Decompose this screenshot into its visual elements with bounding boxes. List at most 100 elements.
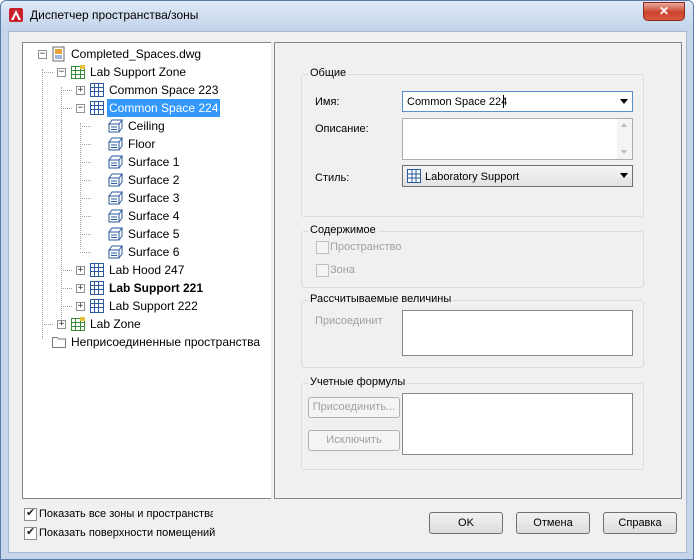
- show-all-checkbox[interactable]: ✔: [24, 507, 37, 521]
- tree-item[interactable]: + Lab Zone: [23, 315, 273, 333]
- zone-checkbox[interactable]: [316, 264, 329, 277]
- attach-formula-button[interactable]: Присоединить...: [308, 397, 400, 418]
- help-button[interactable]: Справка: [603, 512, 677, 534]
- tree-item-label: Common Space 223: [109, 83, 219, 97]
- tree-item-label: Lab Support 221: [109, 281, 204, 295]
- dwg-file-icon: [52, 46, 65, 62]
- surface-icon: [108, 245, 123, 259]
- exclude-formula-button[interactable]: Исключить: [308, 430, 400, 451]
- tree-item-label: Common Space 224: [107, 99, 221, 117]
- surface-icon: [108, 137, 123, 151]
- tree-connector: [61, 90, 72, 91]
- tree-connector: [80, 126, 91, 127]
- chevron-down-icon: [620, 173, 628, 178]
- tree-item[interactable]: Surface 5: [23, 225, 273, 243]
- zone-icon: [71, 65, 85, 79]
- tree-item[interactable]: Floor: [23, 135, 273, 153]
- space-icon: [90, 299, 104, 313]
- space-checkbox[interactable]: [316, 241, 329, 254]
- space-icon: [90, 83, 104, 97]
- tree-item[interactable]: Ceiling: [23, 117, 273, 135]
- tree-item-label: Surface 6: [128, 245, 180, 259]
- tree-item[interactable]: + Lab Support 221: [23, 279, 273, 297]
- checkmark-icon: ✔: [26, 526, 36, 538]
- collapse-icon[interactable]: −: [57, 68, 66, 77]
- tree-item[interactable]: + Common Space 223: [23, 81, 273, 99]
- dialog-body: − Completed_Spaces.dwg − Lab Support Zone + C…: [8, 31, 687, 553]
- surface-icon: [108, 119, 123, 133]
- tree-item[interactable]: − Common Space 224: [23, 99, 273, 117]
- close-button[interactable]: ✕: [643, 2, 685, 21]
- tree-connector: [61, 306, 72, 307]
- surface-icon: [108, 227, 123, 241]
- tree-item[interactable]: Surface 2: [23, 171, 273, 189]
- expand-icon[interactable]: +: [76, 284, 85, 293]
- tree-item-label: Lab Support Zone: [90, 65, 187, 79]
- tree-item-label: Lab Zone: [90, 317, 141, 331]
- description-label: Описание:: [315, 123, 369, 135]
- tree-item[interactable]: − Lab Support Zone: [23, 63, 273, 81]
- expand-icon[interactable]: +: [57, 320, 66, 329]
- scroll-down-icon[interactable]: [621, 150, 627, 154]
- tree-connector: [61, 108, 72, 109]
- expand-icon[interactable]: +: [76, 86, 85, 95]
- collapse-icon[interactable]: −: [76, 104, 85, 113]
- name-value: Common Space 224: [407, 96, 508, 108]
- calculated-values-list[interactable]: [402, 310, 633, 356]
- name-combobox[interactable]: Common Space 224: [402, 91, 633, 112]
- zone-checkbox-label: Зона: [330, 264, 355, 276]
- expand-icon[interactable]: +: [76, 266, 85, 275]
- formulas-group-title: Учетные формулы: [308, 376, 408, 388]
- expand-icon[interactable]: +: [76, 302, 85, 311]
- show-surfaces-label: Показать поверхности помещений: [39, 527, 216, 539]
- contents-group-title: Содержимое: [308, 224, 378, 236]
- tree-item-label: Surface 4: [128, 209, 180, 223]
- cancel-button[interactable]: Отмена: [516, 512, 590, 534]
- space-tree[interactable]: − Completed_Spaces.dwg − Lab Support Zone + C…: [22, 42, 274, 499]
- title-bar[interactable]: Диспетчер пространства/зоны ✕: [1, 1, 693, 31]
- window-title: Диспетчер пространства/зоны: [30, 8, 199, 22]
- tree-item[interactable]: + Lab Support 222: [23, 297, 273, 315]
- tree-connector: [61, 270, 72, 271]
- tree-connector: [61, 288, 72, 289]
- tree-item[interactable]: Surface 6: [23, 243, 273, 261]
- tree-item[interactable]: + Lab Hood 247: [23, 261, 273, 279]
- tree-connector: [80, 180, 91, 181]
- tree-item[interactable]: Неприсоединенные пространства: [23, 333, 273, 351]
- general-group-title: Общие: [308, 67, 349, 79]
- surface-icon: [108, 173, 123, 187]
- tree-item[interactable]: Surface 1: [23, 153, 273, 171]
- space-checkbox-label: Пространство: [330, 241, 402, 253]
- tree-item[interactable]: Surface 3: [23, 189, 273, 207]
- tree-connector: [80, 234, 91, 235]
- tree-item-label: Lab Hood 247: [109, 263, 185, 277]
- tree-item[interactable]: − Completed_Spaces.dwg: [23, 45, 273, 63]
- surface-icon: [108, 191, 123, 205]
- ok-button[interactable]: OK: [429, 512, 503, 534]
- collapse-icon[interactable]: −: [38, 50, 47, 59]
- space-icon: [90, 281, 104, 295]
- text-cursor: [503, 95, 504, 108]
- tree-item[interactable]: Surface 4: [23, 207, 273, 225]
- space-icon: [90, 101, 104, 115]
- tree-item-label: Ceiling: [128, 119, 165, 133]
- tree-connector: [42, 72, 53, 73]
- tree-connector: [80, 144, 91, 145]
- style-label: Стиль:: [315, 172, 350, 184]
- tree-item-label: Completed_Spaces.dwg: [71, 47, 202, 61]
- tree-item-label: Floor: [128, 137, 156, 151]
- tree-connector: [80, 198, 91, 199]
- description-scrollbar[interactable]: [617, 119, 632, 159]
- space-icon: [90, 263, 104, 277]
- formulas-list[interactable]: [402, 393, 633, 455]
- scroll-up-icon[interactable]: [621, 123, 627, 127]
- properties-pane: Общие Имя: Common Space 224 Описание: Ст…: [274, 42, 682, 499]
- space-style-icon: [407, 169, 421, 183]
- description-textarea[interactable]: [402, 118, 633, 160]
- tree-item-label: Surface 5: [128, 227, 180, 241]
- show-surfaces-checkbox[interactable]: ✔: [24, 526, 37, 540]
- calculated-attach-label: Присоединит: [315, 315, 383, 327]
- surface-icon: [108, 209, 123, 223]
- tree-item-label: Surface 1: [128, 155, 180, 169]
- style-combobox[interactable]: Laboratory Support: [402, 165, 633, 187]
